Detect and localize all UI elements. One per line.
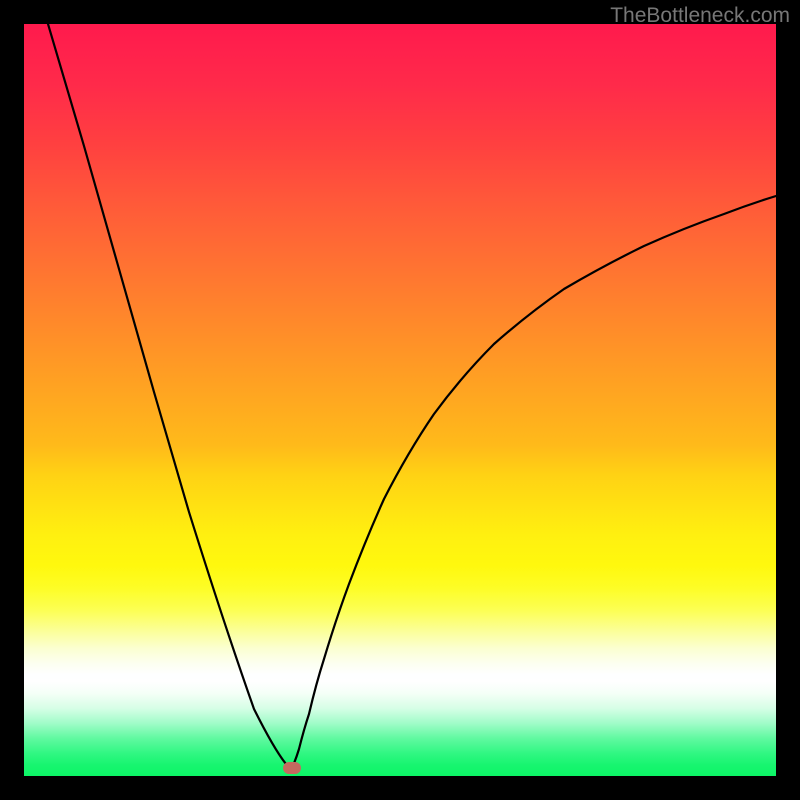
curve-left-branch [48,24,292,768]
bottleneck-curve [24,24,776,776]
optimal-point-marker [283,762,301,774]
watermark-text: TheBottleneck.com [610,4,790,28]
curve-right-branch [292,196,776,768]
